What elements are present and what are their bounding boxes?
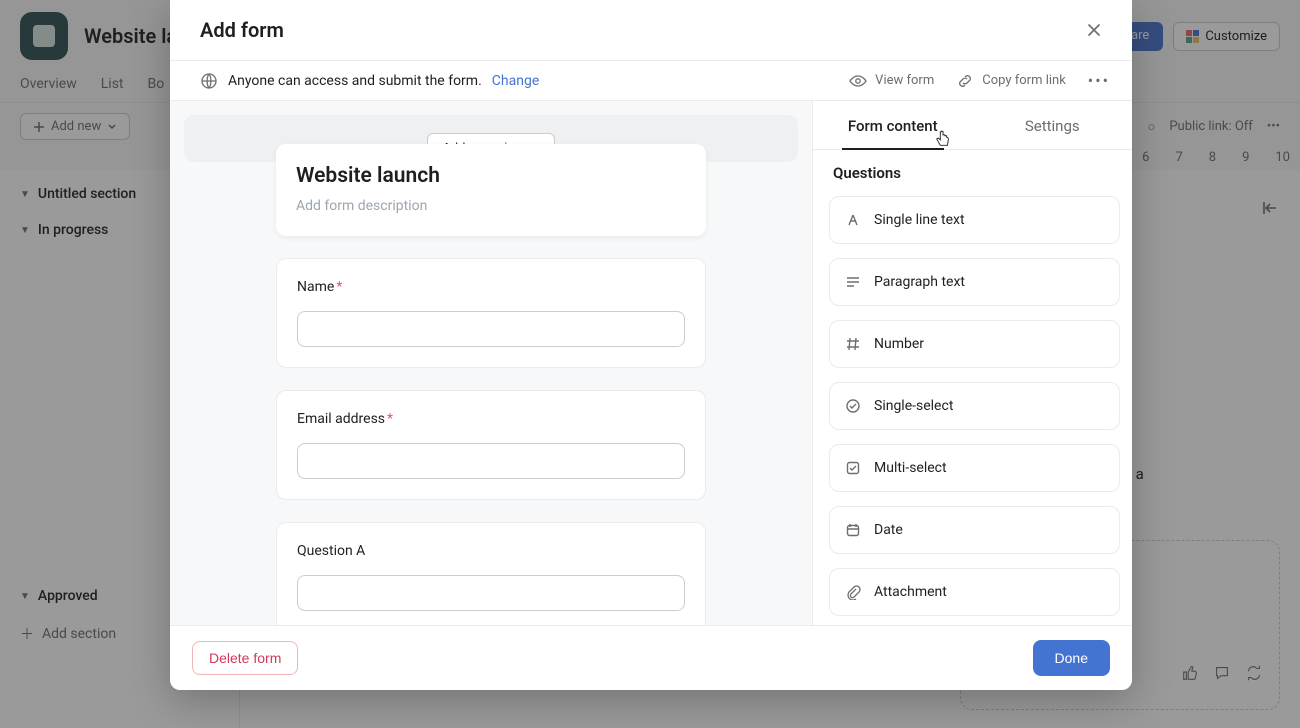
calendar-icon	[844, 521, 862, 539]
globe-icon	[200, 72, 218, 90]
checkbox-icon	[844, 459, 862, 477]
tab-settings[interactable]: Settings	[973, 101, 1133, 150]
tab-form-content[interactable]: Form content	[813, 101, 973, 150]
access-text: Anyone can access and submit the form.	[228, 73, 482, 89]
more-actions-button[interactable]: •••	[1088, 71, 1110, 90]
required-indicator: *	[387, 411, 393, 427]
questions-heading: Questions	[829, 164, 1120, 182]
link-icon	[956, 72, 974, 90]
modal-title: Add form	[200, 18, 284, 42]
form-preview-panel: Add cover image Website launch Add form …	[170, 101, 812, 625]
question-card-name[interactable]: Name*	[276, 258, 706, 368]
question-input-a[interactable]	[297, 575, 685, 611]
hash-icon	[844, 335, 862, 353]
question-label: Email address	[297, 411, 385, 427]
question-type-number[interactable]: Number	[829, 320, 1120, 368]
question-input-email[interactable]	[297, 443, 685, 479]
eye-icon	[849, 72, 867, 90]
form-header-card[interactable]: Website launch Add form description	[276, 144, 706, 236]
paragraph-icon	[844, 273, 862, 291]
add-form-modal: Add form Anyone can access and submit th…	[170, 0, 1132, 690]
change-access-link[interactable]: Change	[492, 73, 539, 89]
required-indicator: *	[336, 279, 342, 295]
question-card-email[interactable]: Email address*	[276, 390, 706, 500]
view-form-button[interactable]: View form	[849, 72, 934, 90]
form-title[interactable]: Website launch	[296, 164, 686, 188]
question-type-single-line[interactable]: Single line text	[829, 196, 1120, 244]
form-builder-side-panel: Form content Settings Questions Single l…	[812, 101, 1132, 625]
close-button[interactable]	[1078, 14, 1110, 46]
question-type-date[interactable]: Date	[829, 506, 1120, 554]
question-type-single-select[interactable]: Single-select	[829, 382, 1120, 430]
text-icon	[844, 211, 862, 229]
paperclip-icon	[844, 583, 862, 601]
question-card-a[interactable]: Question A	[276, 522, 706, 625]
question-type-multi-select[interactable]: Multi-select	[829, 444, 1120, 492]
question-type-paragraph[interactable]: Paragraph text	[829, 258, 1120, 306]
done-button[interactable]: Done	[1033, 640, 1110, 676]
question-label: Question A	[297, 543, 365, 559]
question-label: Name	[297, 279, 334, 295]
question-type-attachment[interactable]: Attachment	[829, 568, 1120, 616]
question-input-name[interactable]	[297, 311, 685, 347]
copy-form-link-button[interactable]: Copy form link	[956, 72, 1066, 90]
form-description-placeholder[interactable]: Add form description	[296, 198, 686, 214]
radio-icon	[844, 397, 862, 415]
delete-form-button[interactable]: Delete form	[192, 641, 298, 675]
close-icon	[1085, 21, 1103, 39]
